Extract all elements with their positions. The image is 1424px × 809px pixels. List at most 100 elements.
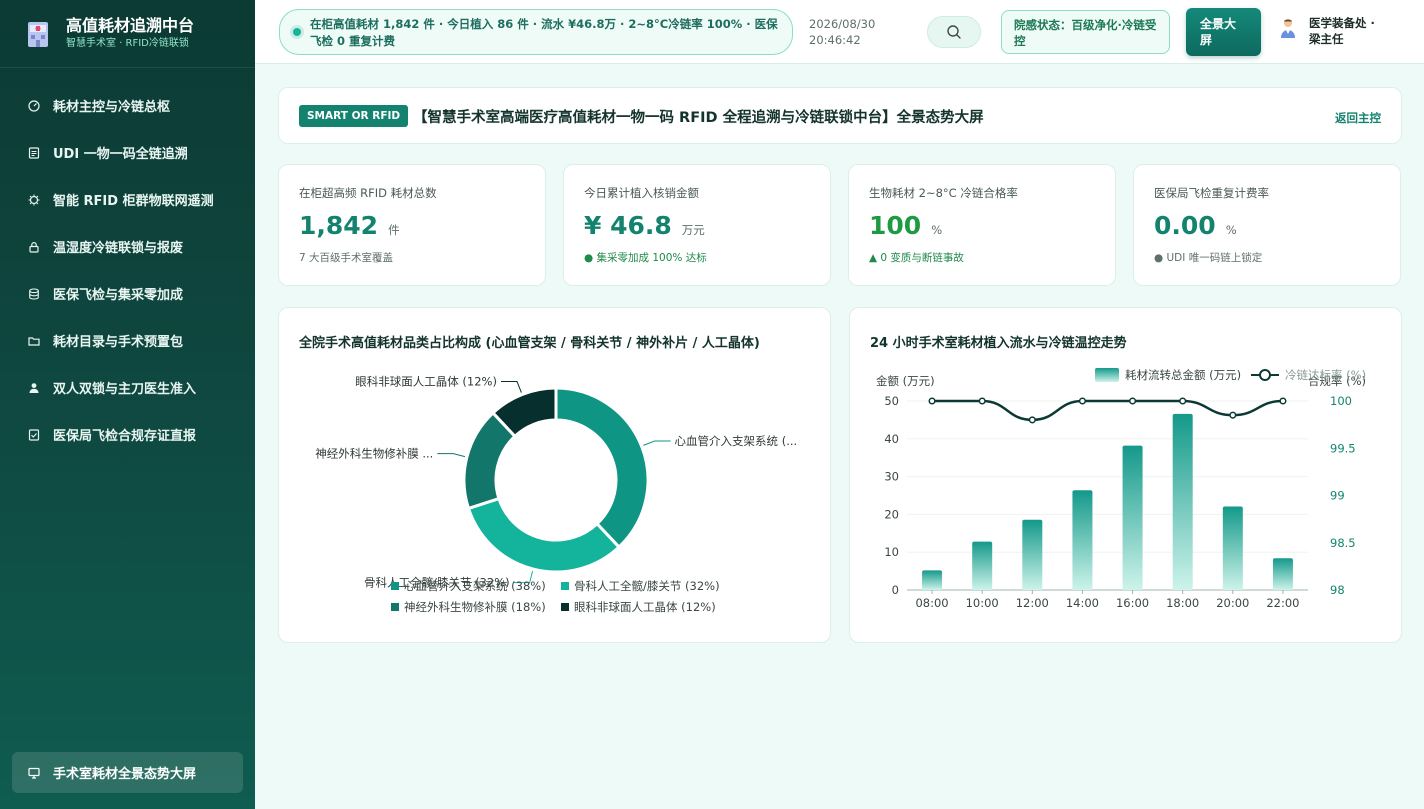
slice-label: 心血管介入支架系统 (... (675, 434, 798, 448)
kpi-value: ¥ 46.8 (584, 211, 672, 240)
y-axis-label: 金额 (万元) (876, 374, 935, 388)
brand-subtitle: 智慧手术室 · RFID冷链联锁 (66, 38, 189, 49)
legend-entry: 冷链达标率 (%) (1285, 368, 1366, 382)
sidebar-item-insurance-audit[interactable]: 医保飞检与集采零加成 (0, 270, 255, 317)
y2-tick-label: 98.5 (1330, 536, 1356, 550)
sidebar-item-rfid-telemetry[interactable]: 智能 RFID 柜群物联网遥测 (0, 176, 255, 223)
chip-icon (28, 194, 40, 206)
line-point (928, 397, 936, 405)
line-point (1129, 397, 1137, 405)
legend-entry: 眼科非球面人工晶体 (12%) (574, 600, 716, 614)
bar (972, 541, 993, 590)
doctor-avatar-icon (1281, 19, 1295, 38)
line-point (1078, 397, 1086, 405)
user-icon (28, 382, 40, 394)
brand: 高值耗材追溯中台 智慧手术室 · RFID冷链联锁 (0, 0, 255, 68)
sidebar-item-coldchain-lock[interactable]: 温湿度冷链联锁与报废 (0, 223, 255, 270)
kpi-note: ▲ 0 变质与断链事故 (869, 252, 964, 264)
sidebar-item-label: 手术室耗材全景态势大屏 (53, 767, 197, 782)
y-tick-label: 50 (884, 394, 899, 408)
category-donut-panel: 全院手术高值耗材品类占比构成 (心血管支架 / 骨科关节 / 神外补片 / 人工… (278, 307, 831, 643)
folder-icon (28, 335, 40, 347)
lock-icon (28, 241, 40, 253)
bar-line-chart: 010203040509898.59999.5100金额 (万元) 合规率 (%)… (876, 368, 1366, 610)
clock-time: 20:46:42 (809, 33, 861, 47)
y2-tick-label: 99 (1330, 489, 1345, 503)
legend-line-marker (1259, 369, 1271, 381)
search-icon (947, 25, 961, 39)
x-tick-label: 22:00 (1266, 596, 1299, 610)
title-bar: SMART OR RFID 【智慧手术室高端医疗高值耗材一物一码 RFID 全程… (278, 87, 1402, 144)
user-profile[interactable]: 医学装备处 · 梁主任 (1279, 15, 1387, 47)
sidebar-item-catalog[interactable]: 耗材目录与手术预置包 (0, 317, 255, 364)
donut-chart: 心血管介入支架系统 (... 骨科人工全髋/膝关节 (32%) 神经外科生物修补膜 … (315, 374, 798, 614)
legend-swatch (391, 582, 399, 590)
y-tick-label: 20 (884, 507, 899, 521)
trend-chart-panel: 24 小时手术室耗材植入流水与冷链温控走势 0 10 20 30 40 50 98 98.5 9… (849, 307, 1402, 643)
sidebar-item-label: 耗材主控与冷链总枢 (53, 100, 171, 115)
bar (1272, 558, 1293, 590)
line-point (1028, 416, 1036, 424)
donut-slice (466, 496, 622, 574)
user-name: 医学装备处 · 梁主任 (1309, 16, 1375, 46)
bar (1172, 413, 1193, 590)
label-leader-line (437, 453, 466, 458)
sidebar-item-udi-trace[interactable]: UDI 一物一码全链追溯 (0, 129, 255, 176)
x-tick-label: 14:00 (1066, 596, 1099, 610)
kpi-value: 0.00 (1154, 211, 1216, 240)
sidebar-item-label: 耗材目录与手术预置包 (53, 335, 184, 350)
x-tick-label: 18:00 (1166, 596, 1199, 610)
x-tick-label: 10:00 (966, 596, 999, 610)
sidebar-item-label: UDI 一物一码全链追溯 (53, 147, 188, 162)
kpi-note: 7 大百级手术室覆盖 (299, 252, 394, 264)
sidebar-item-label: 温湿度冷链联锁与报废 (53, 241, 184, 256)
y2-tick-label: 99.5 (1330, 441, 1356, 455)
search-button[interactable] (927, 16, 981, 48)
line-point (1279, 397, 1287, 405)
bar (1022, 519, 1043, 590)
sidebar-item-panorama[interactable]: 手术室耗材全景态势大屏 (12, 752, 243, 793)
sidebar-item-dual-lock[interactable]: 双人双锁与主刀医生准入 (0, 364, 255, 411)
kpi-note: ● 集采零加成 100% 达标 (584, 252, 707, 264)
live-dot-icon (293, 28, 301, 36)
sidebar-item-label: 双人双锁与主刀医生准入 (53, 382, 197, 397)
live-ticker: 在柜高值耗材 1,842 件 · 今日植入 86 件 · 流水 ¥46.8万 ·… (279, 9, 793, 55)
y-tick-label: 0 (892, 583, 899, 597)
sidebar-item-control-hub[interactable]: 耗材主控与冷链总枢 (0, 82, 255, 129)
legend-entry: 心血管介入支架系统 (38%) (404, 579, 546, 593)
ticker-text: 在柜高值耗材 1,842 件 · 今日植入 86 件 · 流水 ¥46.8万 ·… (310, 17, 778, 48)
infection-status-badge: 院感状态：百级净化·冷链受控 (1001, 10, 1170, 54)
sidebar-item-compliance-report[interactable]: 医保局飞检合规存证直报 (0, 411, 255, 458)
fullscreen-button[interactable]: 全景大屏 (1186, 8, 1261, 56)
donut-slice (554, 386, 650, 550)
kpi-label: 在柜超高频 RFID 耗材总数 (299, 186, 437, 200)
legend-entry: 神经外科生物修补膜 (18%) (404, 600, 546, 614)
hospital-logo-icon (26, 19, 50, 49)
legend-swatch (561, 582, 569, 590)
kpi-note: ● UDI 唯一码链上锁定 (1154, 252, 1263, 264)
file-check-icon (28, 428, 40, 441)
bar (922, 570, 943, 590)
y-tick-label: 10 (884, 545, 899, 559)
sidebar-item-label: 智能 RFID 柜群物联网遥测 (53, 194, 214, 209)
kpi-unit: % (1225, 223, 1237, 237)
sidebar-item-label: 医保飞检与集采零加成 (53, 288, 184, 303)
brand-title: 高值耗材追溯中台 (66, 16, 195, 35)
legend-bar-swatch (1095, 368, 1119, 382)
sidebar: 高值耗材追溯中台 智慧手术室 · RFID冷链联锁 耗材主控与冷链总枢 UDI … (0, 0, 255, 809)
clock-date: 2026/08/30 (809, 17, 876, 31)
y-tick-label: 30 (884, 470, 899, 484)
sidebar-nav: 耗材主控与冷链总枢 UDI 一物一码全链追溯 智能 RFID 柜群物联网遥测 温… (0, 68, 255, 458)
kpi-card-implant-amount: 今日累计植入核销金额 ¥ 46.8 万元 ● 集采零加成 100% 达标 (563, 164, 831, 286)
database-icon (28, 287, 40, 300)
x-tick-label: 08:00 (915, 596, 948, 610)
legend-entry: 耗材流转总金额 (万元) (1125, 368, 1241, 382)
legend-entry: 骨科人工全髋/膝关节 (32%) (574, 579, 720, 593)
kpi-card-rfid-stock: 在柜超高频 RFID 耗材总数 1,842 件 7 大百级手术室覆盖 (278, 164, 546, 286)
document-icon (28, 146, 40, 159)
kpi-card-duplicate-billing: 医保局飞检重复计费率 0.00% ● UDI 唯一码链上锁定 (1133, 164, 1401, 286)
x-tick-label: 12:00 (1016, 596, 1049, 610)
line-point (978, 397, 986, 405)
slice-label: 眼科非球面人工晶体 (12%) (355, 374, 497, 388)
back-to-main-link[interactable]: 返回主控 (1335, 110, 1381, 126)
